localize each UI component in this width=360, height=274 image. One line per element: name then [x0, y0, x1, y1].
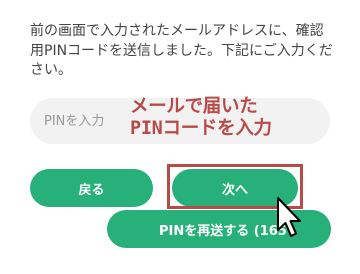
instruction-message: 前の画面で入力されたメールアドレスに、確認用PINコードを送信しました。下記にご…: [30, 23, 333, 78]
resend-pin-button[interactable]: PINを再送する (165: [107, 210, 331, 248]
next-button[interactable]: 次へ: [172, 169, 298, 207]
pin-input[interactable]: [30, 98, 330, 144]
back-button[interactable]: 戻る: [30, 169, 153, 207]
